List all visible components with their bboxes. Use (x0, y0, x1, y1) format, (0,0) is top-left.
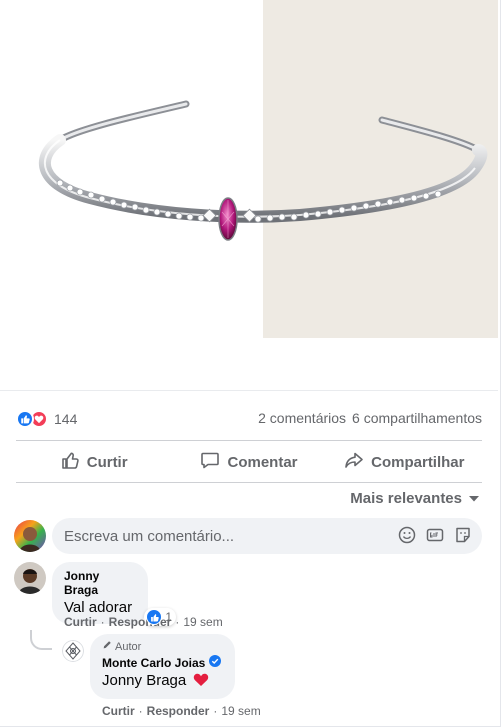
sticker-icon[interactable] (454, 526, 472, 549)
comment-button[interactable]: Comentar (171, 444, 326, 480)
comment-timestamp[interactable]: 19 sem (183, 615, 222, 629)
comments-count-link[interactable]: 2 comentários (258, 410, 346, 426)
speech-bubble-icon (200, 450, 220, 474)
caret-down-icon (468, 490, 480, 507)
heart-icon (193, 672, 209, 691)
author-tag: Autor (102, 640, 223, 653)
thumbs-up-icon (60, 450, 80, 474)
post-stats: 2 comentários 6 compartilhamentos (258, 410, 482, 426)
reply-text: Jonny Braga (102, 672, 223, 691)
reply-item: Autor Monte Carlo Joias Jonny Braga (62, 634, 235, 699)
post-photo[interactable] (0, 0, 498, 390)
reply-like-link[interactable]: Curtir (102, 704, 135, 718)
like-button[interactable]: Curtir (16, 444, 171, 480)
verified-badge-icon (209, 655, 222, 670)
reply-author-name[interactable]: Monte Carlo Joias (102, 656, 205, 670)
divider (16, 482, 482, 483)
separator: · (138, 704, 143, 718)
reply-thread-line (30, 630, 52, 650)
composer-tools (398, 526, 472, 549)
emoji-icon[interactable] (398, 526, 416, 549)
comment-actions: Curtir · Responder · 19 sem (64, 615, 223, 629)
mentioned-user[interactable]: Jonny Braga (102, 672, 186, 689)
separator: · (175, 615, 180, 629)
comment-composer (14, 518, 482, 554)
reply-actions: Curtir · Responder · 19 sem (102, 704, 261, 718)
comment-sort-dropdown[interactable]: Mais relevantes (350, 490, 480, 507)
separator: · (213, 704, 218, 718)
avatar[interactable] (14, 520, 46, 552)
avatar[interactable] (62, 640, 84, 662)
reactions-summary[interactable]: 144 (16, 408, 77, 430)
like-label: Curtir (86, 453, 128, 471)
shares-count-link[interactable]: 6 compartilhamentos (352, 410, 482, 426)
divider (16, 440, 482, 441)
pencil-icon (102, 640, 112, 653)
reply-author[interactable]: Monte Carlo Joias (102, 655, 223, 670)
comment-input[interactable] (64, 527, 364, 545)
comment-author[interactable]: Jonny Braga (64, 569, 136, 597)
bracelet-image (38, 100, 488, 241)
share-button[interactable]: Compartilhar (327, 444, 482, 480)
comment-text: Val adorar (64, 599, 133, 616)
share-label: Compartilhar (371, 453, 465, 471)
author-tag-label: Autor (115, 640, 142, 653)
comment-like-link[interactable]: Curtir (64, 615, 97, 629)
separator: · (100, 615, 105, 629)
reaction-count[interactable]: 144 (54, 411, 77, 427)
comment-input-box[interactable] (52, 518, 482, 554)
photo-divider (0, 390, 498, 391)
share-arrow-icon (344, 450, 364, 474)
gif-icon[interactable] (426, 526, 444, 549)
facebook-post: 144 2 comentários 6 compartilhamentos Cu… (0, 0, 501, 727)
reply-reply-link[interactable]: Responder (147, 704, 210, 718)
comment-label: Comentar (227, 453, 298, 471)
reply-bubble: Autor Monte Carlo Joias Jonny Braga (90, 634, 235, 699)
sort-label: Mais relevantes (350, 490, 462, 507)
like-icon (16, 410, 34, 428)
post-action-bar: Curtir Comentar Compartilhar (16, 444, 482, 480)
reply-timestamp[interactable]: 19 sem (221, 704, 260, 718)
avatar[interactable] (14, 562, 46, 594)
